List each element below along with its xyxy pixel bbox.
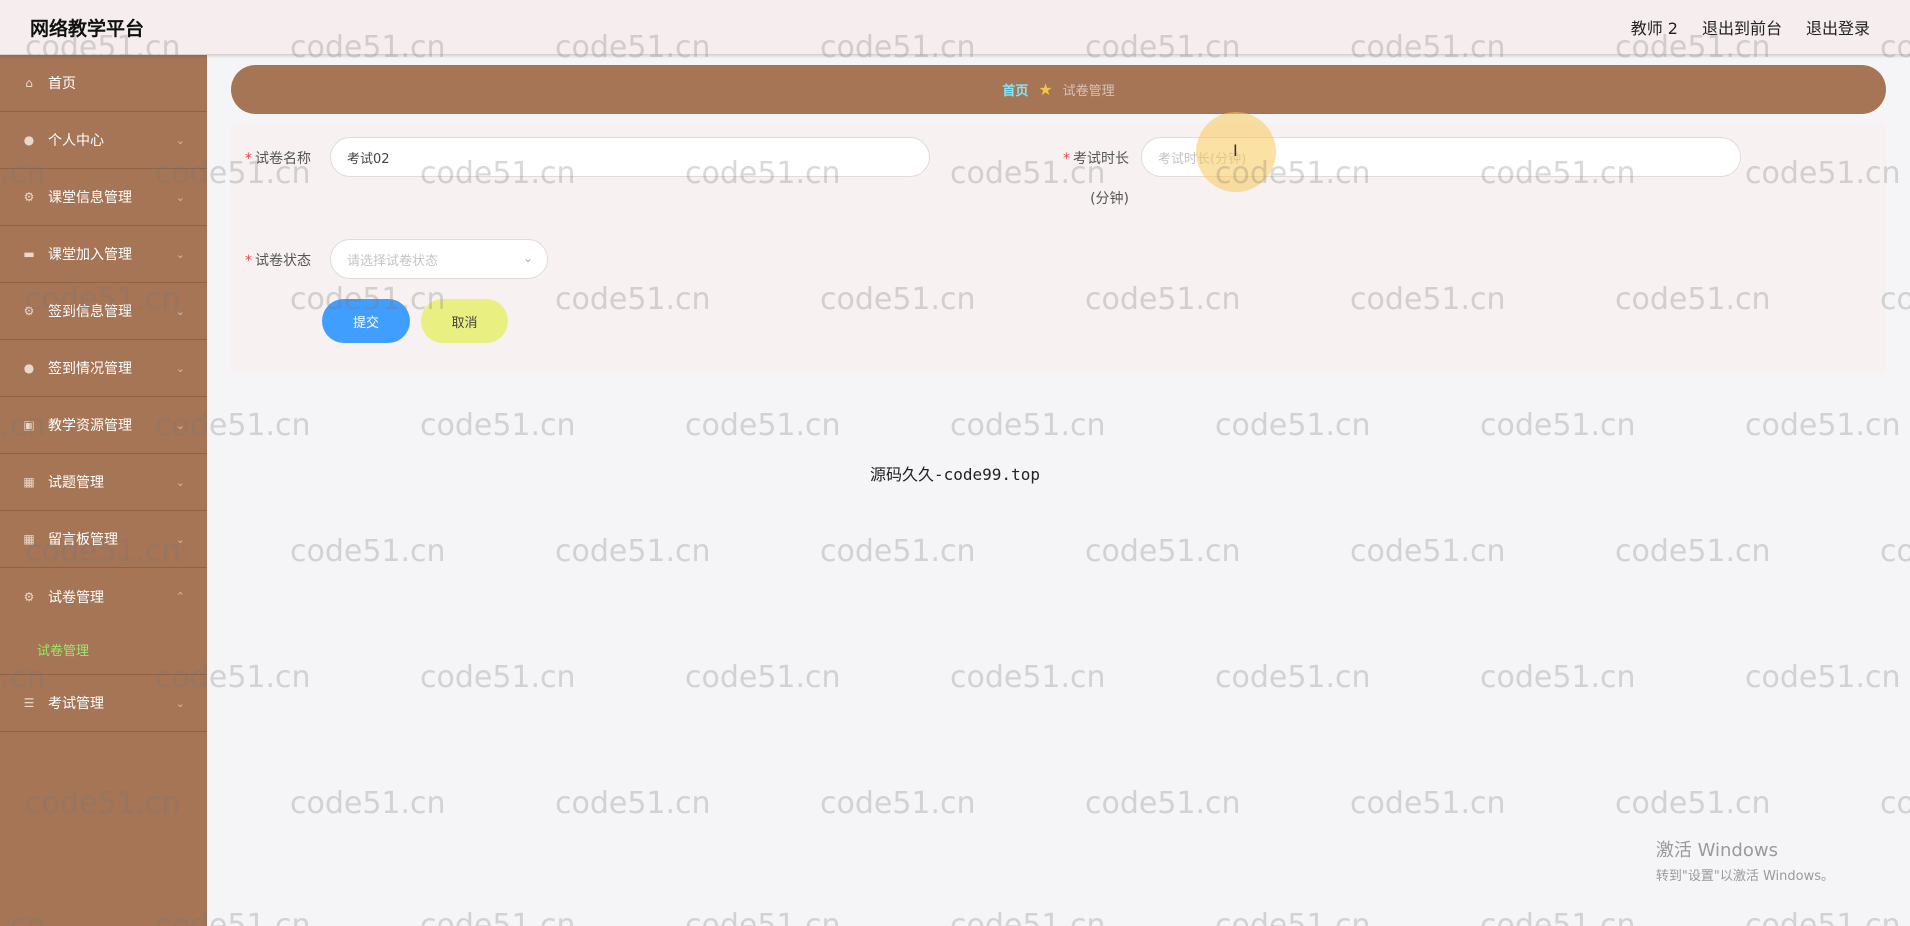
chevron-down-icon: ⌄	[522, 251, 533, 265]
chevron-down-icon: ⌄	[175, 419, 185, 432]
chevron-down-icon: ⌄	[175, 362, 185, 375]
sidebar-item-papers[interactable]: ⚙ 试卷管理 ⌃	[0, 568, 207, 625]
activation-title: 激活 Windows	[1655, 840, 1778, 861]
sidebar-item-label: 试题管理	[48, 475, 104, 491]
sidebar-item-label: 课堂信息管理	[48, 190, 132, 206]
windows-activation-notice: 激活 Windows 转到"设置"以激活 Windows。	[1656, 836, 1834, 884]
sidebar-item-personal-center[interactable]: ● 个人中心 ⌄	[0, 112, 207, 169]
sidebar-item-teaching-resources[interactable]: ▣ 教学资源管理 ⌄	[0, 397, 207, 454]
folder-icon: ▬	[23, 247, 35, 261]
user-icon: ●	[23, 361, 35, 375]
chevron-down-icon: ⌄	[175, 533, 185, 546]
sidebar-item-label: 个人中心	[48, 133, 104, 149]
cancel-button[interactable]: 取消	[421, 299, 508, 343]
sidebar-item-label: 签到信息管理	[48, 304, 132, 320]
paper-name-input[interactable]: 考试02	[330, 137, 930, 177]
sidebar-item-checkin-status[interactable]: ● 签到情况管理 ⌄	[0, 340, 207, 397]
chevron-down-icon: ⌄	[175, 134, 185, 147]
settings-icon: ⚙	[23, 304, 35, 318]
footer-text: 源码久久-code99.top	[870, 465, 1040, 484]
sidebar-item-label: 考试管理	[48, 696, 104, 712]
app-title: 网络教学平台	[30, 18, 145, 40]
settings-icon: ⚙	[23, 190, 35, 204]
exit-to-front-link[interactable]: 退出到前台	[1702, 15, 1782, 39]
sidebar-item-label: 首页	[48, 76, 76, 92]
submit-button[interactable]: 提交	[322, 299, 410, 343]
duration-label: * 考试时长	[1063, 151, 1129, 167]
home-icon: ⌂	[25, 76, 33, 90]
submenu-item-papers[interactable]: 试卷管理	[0, 625, 207, 675]
list-icon: ☰	[23, 696, 35, 710]
chevron-down-icon: ⌄	[175, 191, 185, 204]
chevron-up-icon: ⌃	[175, 590, 185, 603]
sidebar-item-checkin-info[interactable]: ⚙ 签到信息管理 ⌄	[0, 283, 207, 340]
chevron-down-icon: ⌄	[175, 476, 185, 489]
settings-icon: ⚙	[23, 589, 35, 604]
duration-unit-label: (分钟)	[1090, 191, 1129, 207]
logout-link[interactable]: 退出登录	[1806, 15, 1870, 39]
breadcrumb-current: 试卷管理	[1062, 84, 1115, 99]
paper-status-placeholder: 请选择试卷状态	[347, 253, 439, 269]
chevron-down-icon: ⌄	[175, 248, 185, 261]
sidebar-item-exams[interactable]: ☰ 考试管理 ⌄	[0, 675, 207, 732]
sidebar-item-label: 教学资源管理	[48, 418, 132, 434]
text-cursor-icon: I	[1233, 141, 1238, 160]
activation-subtitle: 转到"设置"以激活 Windows。	[1655, 869, 1834, 884]
breadcrumb-home-link[interactable]: 首页	[1002, 80, 1028, 99]
paper-status-label: * 试卷状态	[245, 253, 311, 269]
chevron-down-icon: ⌄	[175, 305, 185, 318]
sidebar-item-label: 课堂加入管理	[48, 247, 132, 263]
sidebar-item-home[interactable]: ⌂ 首页	[0, 55, 207, 112]
grid-icon: ▦	[23, 532, 35, 546]
breadcrumb: 首页 ★ 试卷管理	[231, 65, 1886, 114]
paper-name-label: * 试卷名称	[245, 151, 311, 167]
sidebar-item-label: 签到情况管理	[48, 361, 132, 377]
sidebar-item-class-join[interactable]: ▬ 课堂加入管理 ⌄	[0, 226, 207, 283]
book-icon: ▣	[23, 418, 35, 432]
chevron-down-icon: ⌄	[175, 697, 185, 710]
sidebar-item-message-board[interactable]: ▦ 留言板管理 ⌄	[0, 511, 207, 568]
paper-form: *试卷名称 考试02 *考试时长 (分钟) 考试时长(分钟) *试卷状态 请选择…	[231, 123, 1886, 373]
star-icon: ★	[1038, 80, 1053, 99]
header-actions: 教师 2 退出到前台 退出登录	[1631, 15, 1870, 39]
sidebar-item-label: 试卷管理	[48, 589, 104, 606]
paper-status-select[interactable]: 请选择试卷状态 ⌄	[330, 239, 548, 279]
user-name[interactable]: 教师 2	[1631, 15, 1678, 39]
sidebar-item-questions[interactable]: ▦ 试题管理 ⌄	[0, 454, 207, 511]
grid-icon: ▦	[23, 475, 35, 489]
sidebar-item-label: 留言板管理	[48, 532, 118, 548]
top-bar: 网络教学平台 教师 2 退出到前台 退出登录	[0, 0, 1910, 55]
sidebar: ⌂ 首页 ● 个人中心 ⌄ ⚙ 课堂信息管理 ⌄ ▬ 课堂加入管理 ⌄ ⚙ 签到…	[0, 55, 207, 926]
sidebar-item-class-info[interactable]: ⚙ 课堂信息管理 ⌄	[0, 169, 207, 226]
main-content: 首页 ★ 试卷管理 *试卷名称 考试02 *考试时长 (分钟) 考试时长(分钟)…	[207, 55, 1910, 926]
user-icon: ●	[23, 133, 35, 147]
